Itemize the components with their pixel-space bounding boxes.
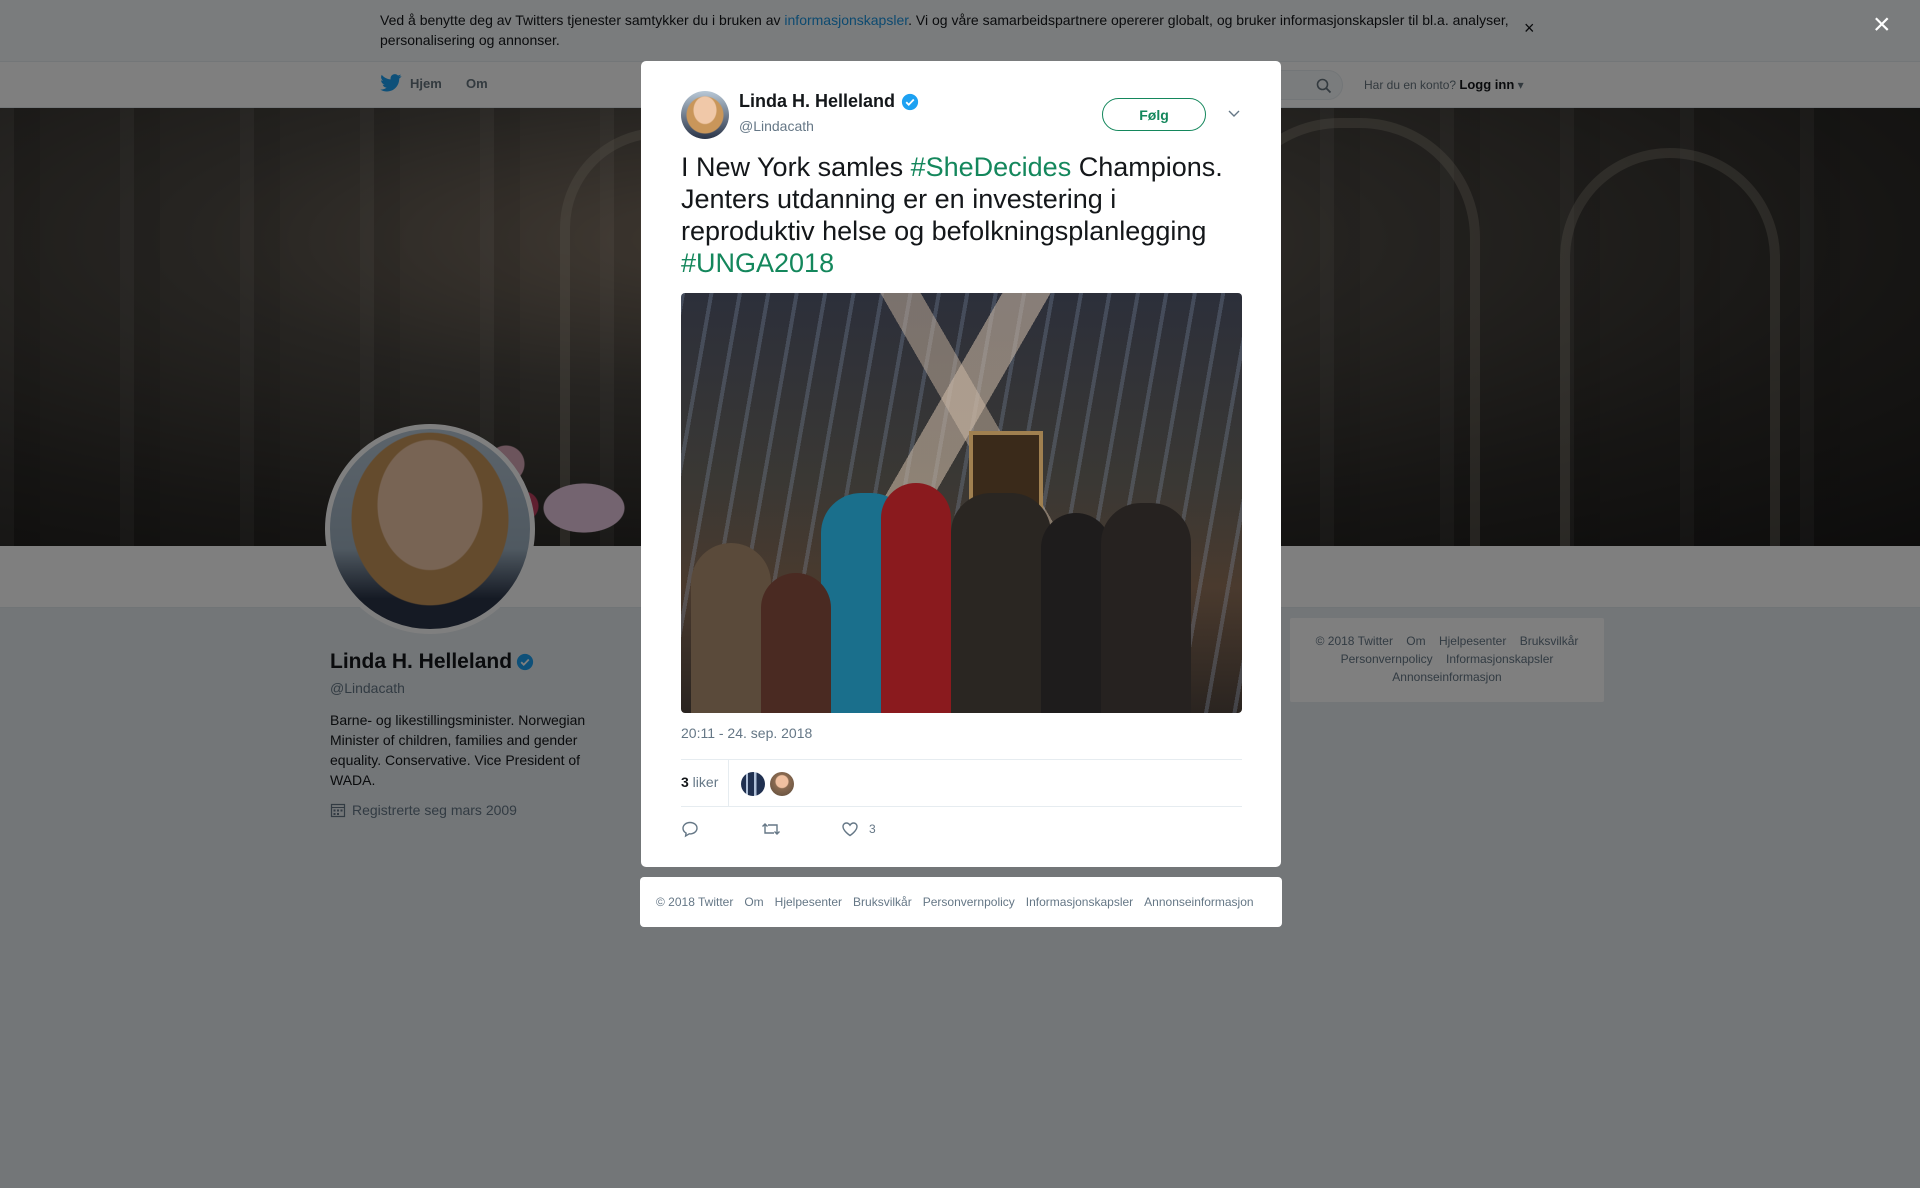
photo-person	[691, 543, 771, 713]
footer-link-ads[interactable]: Annonseinformasjon	[1144, 895, 1253, 909]
tweet-stats: 3 liker	[681, 759, 1242, 807]
tweet-author-avatar[interactable]	[681, 91, 729, 139]
hashtag-link[interactable]: #SheDecides	[911, 152, 1072, 182]
liker-avatar[interactable]	[741, 772, 765, 796]
reply-button[interactable]	[681, 820, 709, 838]
footer-link-help[interactable]: Hjelpesenter	[775, 895, 842, 909]
footer-copyright: © 2018 Twitter	[656, 895, 734, 909]
tweet-modal: Linda H. Helleland @Lindacath Følg I New…	[641, 61, 1281, 867]
retweet-button[interactable]	[761, 820, 791, 838]
tweet-author-handle[interactable]: @Lindacath	[739, 118, 814, 134]
heart-icon	[842, 822, 858, 837]
footer-link-cookies[interactable]: Informasjonskapsler	[1026, 895, 1133, 909]
chevron-down-icon[interactable]	[1226, 105, 1242, 121]
retweet-icon	[762, 823, 780, 835]
verified-badge-icon	[901, 93, 919, 110]
photo-person	[761, 573, 831, 713]
like-button[interactable]: 3	[841, 820, 876, 838]
tweet-text: I New York samles #SheDecides Champions.…	[681, 152, 1223, 278]
photo-person	[951, 493, 1051, 713]
hashtag-link[interactable]: #UNGA2018	[681, 248, 834, 278]
follow-button[interactable]: Følg	[1102, 98, 1206, 131]
tweet-photo[interactable]	[681, 293, 1242, 713]
liker-avatar[interactable]	[770, 772, 794, 796]
footer-link-about[interactable]: Om	[744, 895, 763, 909]
photo-person	[1101, 503, 1191, 713]
likes-count[interactable]: 3 liker	[681, 774, 718, 790]
overlay-close-button[interactable]: ×	[1873, 10, 1891, 40]
tweet-timestamp[interactable]: 20:11 - 24. sep. 2018	[681, 725, 812, 741]
tweet-actions: 3	[681, 816, 1242, 846]
modal-overlay[interactable]: × Linda H. Helleland @Lindacath Følg I N…	[0, 0, 1920, 1188]
photo-person	[881, 483, 951, 713]
like-count: 3	[869, 822, 876, 836]
footer-link-terms[interactable]: Bruksvilkår	[853, 895, 912, 909]
footer-link-privacy[interactable]: Personvernpolicy	[923, 895, 1015, 909]
tweet-author-name[interactable]: Linda H. Helleland	[739, 91, 919, 112]
reply-icon	[682, 821, 698, 838]
stats-divider	[728, 760, 729, 807]
modal-footer: © 2018 Twitter Om Hjelpesenter Bruksvilk…	[640, 877, 1282, 927]
